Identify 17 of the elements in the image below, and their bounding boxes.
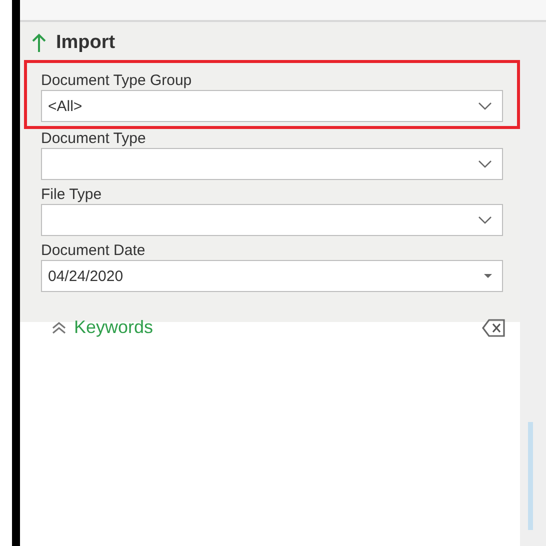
clear-icon[interactable] — [482, 318, 506, 338]
field-label: Document Date — [41, 241, 146, 260]
dropdown-field[interactable] — [41, 148, 503, 180]
dropdown-field[interactable] — [41, 204, 503, 236]
scrollbar-thumb[interactable] — [528, 422, 533, 530]
up-arrow-icon — [32, 33, 46, 53]
chevron-down-icon — [478, 102, 492, 110]
field-label: Document Type Group — [41, 71, 193, 90]
double-chevron-up-icon — [52, 320, 66, 334]
field-label: File Type — [41, 185, 103, 204]
field-label: Document Type — [41, 129, 147, 148]
date-field[interactable]: 04/24/2020 — [41, 260, 503, 292]
section-title: Import — [56, 32, 116, 54]
chevron-down-icon — [478, 216, 492, 224]
dropdown-triangle-icon — [484, 274, 492, 278]
chevron-down-icon — [478, 160, 492, 168]
dropdown-field[interactable]: <All> — [41, 90, 503, 122]
